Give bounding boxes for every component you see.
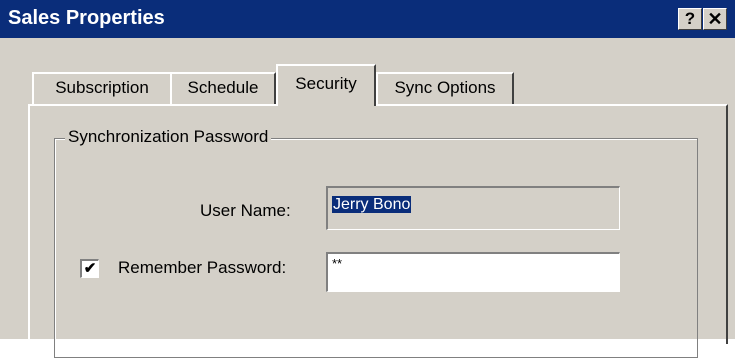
tab-subscription[interactable]: Subscription [32, 72, 172, 104]
tab-sync-options[interactable]: Sync Options [376, 72, 514, 104]
username-label: User Name: [200, 201, 291, 220]
username-selected-text: Jerry Bono [332, 196, 412, 213]
properties-dialog: Sales Properties ? ✕ Subscription Schedu… [0, 0, 735, 358]
title-bar[interactable]: Sales Properties ? ✕ [0, 0, 735, 38]
tab-security[interactable]: Security [276, 64, 376, 106]
close-button[interactable]: ✕ [703, 8, 727, 30]
window-title: Sales Properties [8, 7, 165, 29]
remember-password-checkbox[interactable]: ✔ [80, 259, 99, 278]
synchronization-password-group: Synchronization Password [54, 127, 698, 358]
help-button[interactable]: ? [678, 8, 702, 30]
username-field[interactable]: Jerry Bono [326, 186, 620, 230]
password-field[interactable]: ** [326, 252, 620, 292]
tab-schedule[interactable]: Schedule [170, 72, 276, 104]
remember-password-label: Remember Password: [118, 258, 287, 277]
group-title: Synchronization Password [65, 127, 272, 147]
